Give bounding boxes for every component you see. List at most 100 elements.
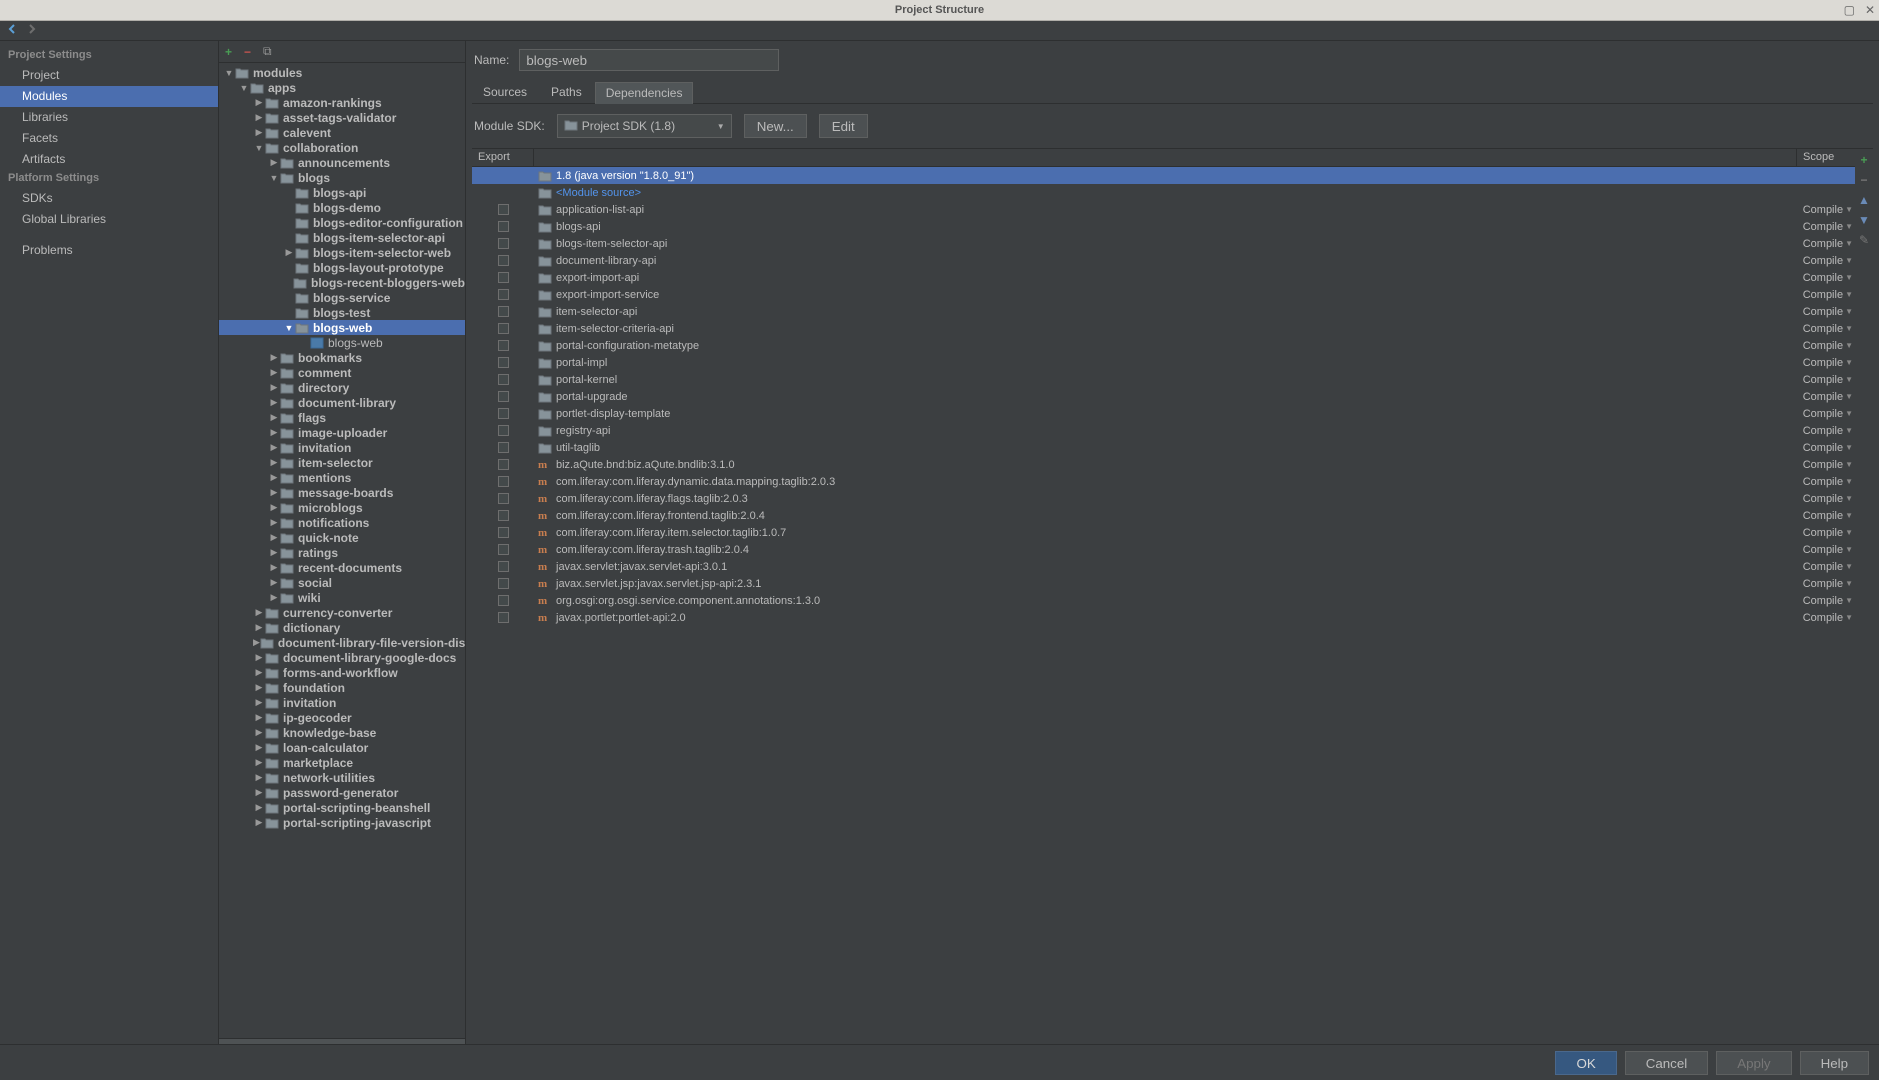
dependency-scope[interactable]: Compile xyxy=(1803,476,1843,488)
dependency-scope[interactable]: Compile xyxy=(1803,357,1843,369)
tree-node-loan-calculator[interactable]: ▶loan-calculator xyxy=(219,740,465,755)
tree-arrow-icon[interactable]: ▶ xyxy=(283,247,295,258)
scope-dropdown-icon[interactable]: ▼ xyxy=(1845,426,1853,435)
tree-node-amazon-rankings[interactable]: ▶amazon-rankings xyxy=(219,95,465,110)
tree-node-social[interactable]: ▶social xyxy=(219,575,465,590)
dependency-row[interactable]: export-import-serviceCompile▼ xyxy=(472,286,1855,303)
tree-node-portal-scripting-javascript[interactable]: ▶portal-scripting-javascript xyxy=(219,815,465,830)
dependency-scope[interactable]: Compile xyxy=(1803,323,1843,335)
scope-dropdown-icon[interactable]: ▼ xyxy=(1845,273,1853,282)
dependency-row[interactable]: blogs-apiCompile▼ xyxy=(472,218,1855,235)
tree-arrow-icon[interactable]: ▶ xyxy=(268,517,280,528)
scope-dropdown-icon[interactable]: ▼ xyxy=(1845,392,1853,401)
nav-back-icon[interactable] xyxy=(6,23,18,38)
tree-arrow-icon[interactable]: ▶ xyxy=(253,772,265,783)
scope-dropdown-icon[interactable]: ▼ xyxy=(1845,562,1853,571)
dependency-scope[interactable]: Compile xyxy=(1803,391,1843,403)
scope-dropdown-icon[interactable]: ▼ xyxy=(1845,290,1853,299)
tree-arrow-icon[interactable]: ▼ xyxy=(223,68,235,78)
tree-node-document-library[interactable]: ▶document-library xyxy=(219,395,465,410)
edit-dep-icon[interactable]: ✎ xyxy=(1859,233,1869,247)
dependency-row[interactable]: 1.8 (java version "1.8.0_91") xyxy=(472,167,1855,184)
export-checkbox[interactable] xyxy=(498,442,509,453)
tree-node-foundation[interactable]: ▶foundation xyxy=(219,680,465,695)
tree-node-notifications[interactable]: ▶notifications xyxy=(219,515,465,530)
tree-node-blogs[interactable]: ▼blogs xyxy=(219,170,465,185)
sidebar-item-artifacts[interactable]: Artifacts xyxy=(0,149,218,170)
scope-dropdown-icon[interactable]: ▼ xyxy=(1845,307,1853,316)
tree-node-ratings[interactable]: ▶ratings xyxy=(219,545,465,560)
tree-arrow-icon[interactable]: ▶ xyxy=(268,487,280,498)
header-export[interactable]: Export xyxy=(472,149,534,166)
export-checkbox[interactable] xyxy=(498,561,509,572)
scope-dropdown-icon[interactable]: ▼ xyxy=(1845,443,1853,452)
sdk-new-button[interactable]: New... xyxy=(744,114,807,138)
tree-arrow-icon[interactable]: ▶ xyxy=(268,352,280,363)
dependency-row[interactable]: mcom.liferay:com.liferay.flags.taglib:2.… xyxy=(472,490,1855,507)
ok-button[interactable]: OK xyxy=(1555,1051,1616,1075)
export-checkbox[interactable] xyxy=(498,544,509,555)
remove-dep-icon[interactable]: − xyxy=(1860,173,1867,187)
dependency-scope[interactable]: Compile xyxy=(1803,442,1843,454)
dependency-scope[interactable]: Compile xyxy=(1803,578,1843,590)
scope-dropdown-icon[interactable]: ▼ xyxy=(1845,409,1853,418)
tree-node-network-utilities[interactable]: ▶network-utilities xyxy=(219,770,465,785)
maximize-icon[interactable]: ▢ xyxy=(1844,3,1855,17)
dependency-row[interactable]: mjavax.servlet:javax.servlet-api:3.0.1Co… xyxy=(472,558,1855,575)
tree-arrow-icon[interactable]: ▶ xyxy=(268,502,280,513)
tree-arrow-icon[interactable]: ▶ xyxy=(253,697,265,708)
tree-arrow-icon[interactable]: ▶ xyxy=(253,682,265,693)
dependency-row[interactable]: portal-upgradeCompile▼ xyxy=(472,388,1855,405)
tree-arrow-icon[interactable]: ▶ xyxy=(268,457,280,468)
tree-arrow-icon[interactable]: ▶ xyxy=(268,577,280,588)
tree-arrow-icon[interactable]: ▶ xyxy=(268,157,280,168)
tree-node-bookmarks[interactable]: ▶bookmarks xyxy=(219,350,465,365)
tree-node-asset-tags-validator[interactable]: ▶asset-tags-validator xyxy=(219,110,465,125)
tree-node-microblogs[interactable]: ▶microblogs xyxy=(219,500,465,515)
tree-node-image-uploader[interactable]: ▶image-uploader xyxy=(219,425,465,440)
dependency-scope[interactable]: Compile xyxy=(1803,595,1843,607)
scope-dropdown-icon[interactable]: ▼ xyxy=(1845,358,1853,367)
export-checkbox[interactable] xyxy=(498,204,509,215)
tree-node-invitation[interactable]: ▶invitation xyxy=(219,695,465,710)
export-checkbox[interactable] xyxy=(498,340,509,351)
move-up-icon[interactable]: ▲ xyxy=(1858,193,1870,207)
dependency-scope[interactable]: Compile xyxy=(1803,374,1843,386)
tree-node-blogs-item-selector-web[interactable]: ▶blogs-item-selector-web xyxy=(219,245,465,260)
tree-node-dictionary[interactable]: ▶dictionary xyxy=(219,620,465,635)
scope-dropdown-icon[interactable]: ▼ xyxy=(1845,324,1853,333)
export-checkbox[interactable] xyxy=(498,306,509,317)
scope-dropdown-icon[interactable]: ▼ xyxy=(1845,256,1853,265)
dependency-scope[interactable]: Compile xyxy=(1803,527,1843,539)
tree-node-blogs-recent-bloggers-web[interactable]: blogs-recent-bloggers-web xyxy=(219,275,465,290)
dependency-row[interactable]: registry-apiCompile▼ xyxy=(472,422,1855,439)
tree-node-forms-and-workflow[interactable]: ▶forms-and-workflow xyxy=(219,665,465,680)
export-checkbox[interactable] xyxy=(498,595,509,606)
scope-dropdown-icon[interactable]: ▼ xyxy=(1845,494,1853,503)
tree-node-document-library-file-version-discu[interactable]: ▶document-library-file-version-discu xyxy=(219,635,465,650)
module-sdk-select[interactable]: Project SDK (1.8) ▼ xyxy=(557,114,732,138)
tree-node-blogs-web[interactable]: ▼blogs-web xyxy=(219,320,465,335)
tree-arrow-icon[interactable]: ▶ xyxy=(268,592,280,603)
tree-node-portal-scripting-beanshell[interactable]: ▶portal-scripting-beanshell xyxy=(219,800,465,815)
tree-node-invitation[interactable]: ▶invitation xyxy=(219,440,465,455)
export-checkbox[interactable] xyxy=(498,255,509,266)
sidebar-item-facets[interactable]: Facets xyxy=(0,128,218,149)
dependency-scope[interactable]: Compile xyxy=(1803,544,1843,556)
tree-arrow-icon[interactable]: ▶ xyxy=(268,442,280,453)
sidebar-item-global-libraries[interactable]: Global Libraries xyxy=(0,209,218,230)
export-checkbox[interactable] xyxy=(498,527,509,538)
tree-node-blogs-api[interactable]: blogs-api xyxy=(219,185,465,200)
dependency-row[interactable]: mcom.liferay:com.liferay.frontend.taglib… xyxy=(472,507,1855,524)
tree-arrow-icon[interactable]: ▶ xyxy=(253,802,265,813)
sidebar-item-project[interactable]: Project xyxy=(0,65,218,86)
tree-arrow-icon[interactable]: ▼ xyxy=(268,173,280,183)
tree-node-recent-documents[interactable]: ▶recent-documents xyxy=(219,560,465,575)
scope-dropdown-icon[interactable]: ▼ xyxy=(1845,341,1853,350)
tree-node-calevent[interactable]: ▶calevent xyxy=(219,125,465,140)
dependency-row[interactable]: item-selector-criteria-apiCompile▼ xyxy=(472,320,1855,337)
tree-arrow-icon[interactable]: ▶ xyxy=(253,622,265,633)
dependency-scope[interactable]: Compile xyxy=(1803,510,1843,522)
copy-icon[interactable]: ⧉ xyxy=(263,44,272,59)
help-button[interactable]: Help xyxy=(1800,1051,1869,1075)
